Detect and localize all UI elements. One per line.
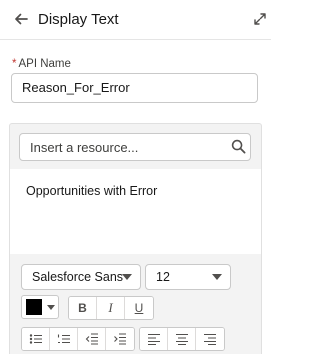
format-button-group: B I U: [68, 296, 154, 320]
color-swatch: [26, 299, 42, 315]
underline-button[interactable]: U: [125, 297, 153, 319]
indent-icon: [114, 333, 126, 345]
insert-resource-input[interactable]: [19, 133, 251, 161]
search-icon[interactable]: [231, 139, 246, 154]
list-button-group: [21, 327, 135, 351]
font-size-value: 12: [156, 270, 170, 284]
font-family-value: Salesforce Sans: [32, 270, 124, 284]
api-name-input[interactable]: Reason_For_Error: [11, 73, 258, 103]
text-color-picker[interactable]: [21, 295, 59, 319]
api-name-label-text: API Name: [18, 58, 71, 70]
align-left-button[interactable]: [140, 328, 168, 350]
chevron-down-icon: [47, 305, 55, 310]
bullet-list-icon: [29, 334, 42, 344]
panel-header: Display Text: [0, 0, 271, 40]
align-center-button[interactable]: [168, 328, 196, 350]
api-name-label: * API Name: [12, 57, 71, 71]
font-family-select[interactable]: Salesforce Sans: [21, 264, 141, 290]
numbered-list-icon: [57, 334, 70, 344]
outdent-button[interactable]: [78, 328, 106, 350]
rich-text-editor: Opportunities with Error Salesforce Sans…: [9, 123, 262, 354]
bold-button[interactable]: B: [69, 297, 97, 319]
italic-button[interactable]: I: [97, 297, 125, 319]
outdent-icon: [85, 333, 98, 345]
align-right-icon: [204, 333, 216, 345]
align-button-group: [139, 327, 225, 351]
numbered-list-button[interactable]: [50, 328, 78, 350]
align-left-icon: [147, 333, 160, 345]
chevron-down-icon: [212, 274, 222, 280]
font-size-select[interactable]: 12: [145, 264, 231, 290]
expand-icon[interactable]: [253, 12, 267, 26]
editor-content-area[interactable]: Opportunities with Error: [10, 169, 261, 254]
arrow-left-icon[interactable]: [12, 10, 30, 28]
required-marker: *: [12, 58, 17, 70]
chevron-down-icon: [122, 274, 132, 280]
align-right-button[interactable]: [196, 328, 224, 350]
indent-button[interactable]: [106, 328, 134, 350]
editor-content-text: Opportunities with Error: [26, 184, 158, 198]
panel-title: Display Text: [38, 11, 119, 28]
bullet-list-button[interactable]: [22, 328, 50, 350]
align-center-icon: [175, 333, 188, 345]
